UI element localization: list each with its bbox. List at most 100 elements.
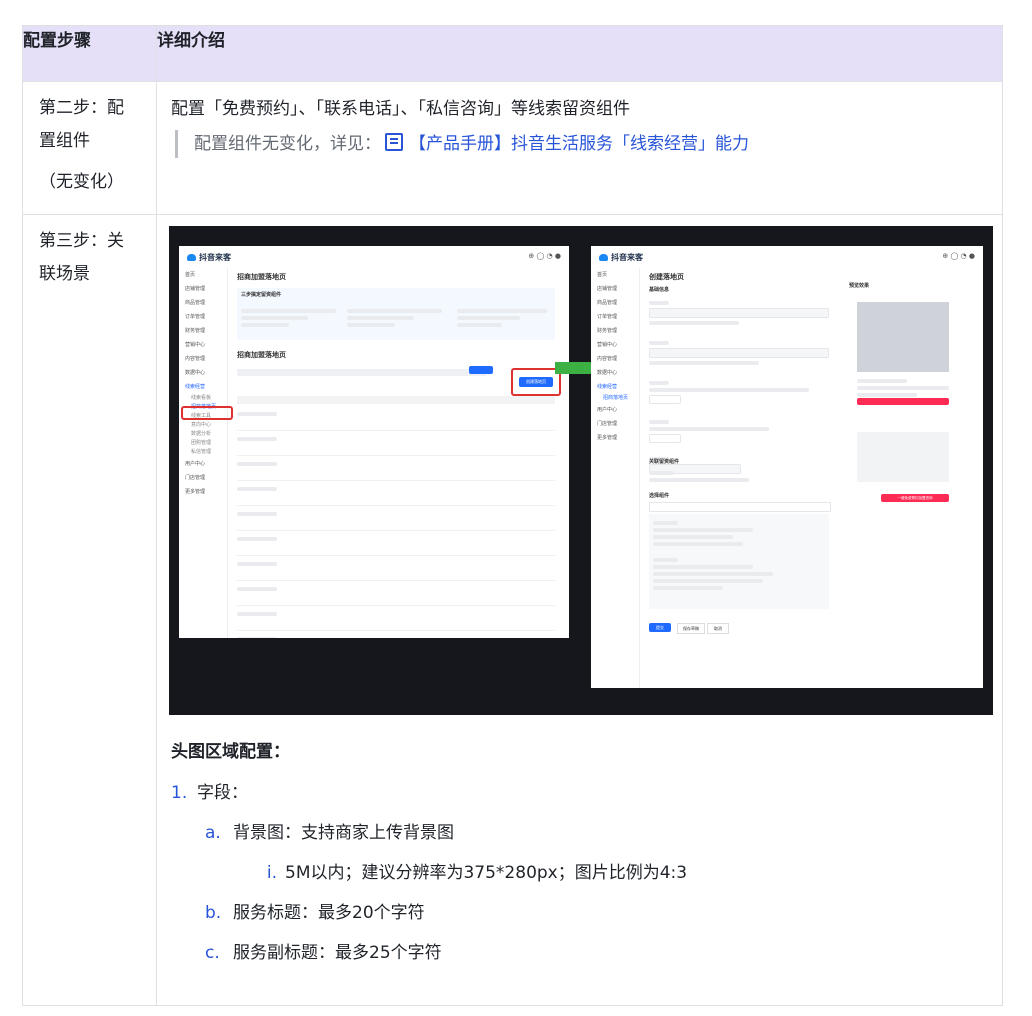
nav-sub-item[interactable]: 线索看板 [179,394,227,403]
document-page: 配置步骤 详细介绍 第二步：配 置组件 （无变化） 配置「免费预约」、「联系电话… [0,0,1032,1016]
nav-item[interactable]: 营销中心 [179,338,227,352]
nav-sub-item[interactable]: 意向中心 [179,421,227,430]
step3-cell: 第三步：关 联场景 [22,214,157,1006]
banner-step-2 [347,306,442,330]
steps-title: 三步搞定留资组件 [241,292,282,298]
nav-item[interactable]: 店铺管理 [179,282,227,296]
component-options [649,468,769,485]
nav-sub-item[interactable]: 私信管理 [179,448,227,457]
nav-item[interactable]: 首页 [179,268,227,282]
left-page-title: 招商加盟落地页 [237,273,286,281]
nav-item[interactable]: 营销中心 [591,338,639,352]
nav-item[interactable]: 数据中心 [591,366,639,380]
cancel-button[interactable]: 取消 [707,623,729,634]
component-select[interactable] [649,502,831,512]
right-sidebar: 首页 店铺管理 商品管理 订单管理 财务管理 营销中心 内容管理 数据中心 线索… [591,268,640,688]
table-row [237,412,555,431]
step3-detail: 抖音来客 ⊕ ◯ ◔ ● 首页 店铺管理 商品管理 订单管理 财务管理 营销中心… [156,214,1003,1006]
list-table-header [237,396,555,404]
nav-item[interactable]: 订单管理 [591,310,639,324]
config-table: 配置步骤 详细介绍 第二步：配 置组件 （无变化） 配置「免费预约」、「联系电话… [22,25,1003,1006]
nav-sub-item-landing[interactable]: 招商落地页 [591,394,639,403]
select-component-heading: 选择组件 [649,493,670,499]
banner-step-3 [457,306,547,330]
preview-heading: 预览效果 [849,283,870,289]
section-title: 头图区域配置： [171,742,290,762]
nav-item[interactable]: 内容管理 [591,352,639,366]
nav-item-active[interactable]: 线索经营 [179,380,227,394]
table-row-step2: 第二步：配 置组件 （无变化） 配置「免费预约」、「联系电话」、「私信咨询」等线… [22,81,1003,215]
list-item-level3: i. 5M以内；建议分辨率为375*280px；图片比例为4:3 [266,863,688,883]
embedded-screenshot: 抖音来客 ⊕ ◯ ◔ ● 首页 店铺管理 商品管理 订单管理 财务管理 营销中心… [169,226,993,715]
nav-sub-item[interactable]: 团购管理 [179,439,227,448]
basic-info-heading: 基础信息 [649,287,670,293]
list-item-level2: a. 背景图：支持商家上传背景图 [205,823,454,843]
nav-sub-item[interactable]: 数据分析 [179,430,227,439]
doc-icon [385,133,403,151]
step2-title: 配置「免费预约」、「联系电话」、「私信咨询」等线索留资组件 [171,99,630,119]
table-row [237,487,555,506]
component-detail-box [649,514,829,609]
nav-item-active[interactable]: 线索经营 [591,380,639,394]
list-table-body [237,406,555,638]
nav-item[interactable]: 商品管理 [591,296,639,310]
nav-highlight-box [181,406,233,420]
preview-cta-button: 一键免费预约加盟咨询 [881,494,949,502]
step3-label-line1: 第三步：关 [39,231,124,251]
preview-consult-button [857,398,949,405]
right-panel-create-landing: 抖音来客 ⊕ ◯ ◔ ● 首页 店铺管理 商品管理 订单管理 财务管理 营销中心… [591,246,983,688]
step2-label-line2: 置组件 [39,131,90,151]
filter-bar [237,366,487,376]
steps-banner: 三步搞定留资组件 [237,288,555,340]
nav-item[interactable]: 内容管理 [179,352,227,366]
nav-item[interactable]: 数据中心 [179,366,227,380]
nav-item[interactable]: 更多管理 [179,485,227,499]
nav-item[interactable]: 用户中心 [179,457,227,471]
step2-detail: 配置「免费预约」、「联系电话」、「私信咨询」等线索留资组件 配置组件无变化，详见… [156,81,1003,215]
basic-info-fields [649,298,829,477]
table-row [237,512,555,531]
nav-item[interactable]: 商品管理 [179,296,227,310]
preview-header-image [857,302,949,372]
product-manual-link[interactable]: 【产品手册】抖音生活服务「线索经营」能力 [409,134,749,154]
step2-label-line1: 第二步：配 [39,98,124,118]
step2-note: （无变化） [39,172,124,192]
brand-icon [599,254,608,261]
nav-item[interactable]: 店铺管理 [591,282,639,296]
table-row [237,587,555,606]
left-list-title: 招商加盟落地页 [237,351,286,359]
nav-item[interactable]: 订单管理 [179,310,227,324]
nav-item[interactable]: 财务管理 [591,324,639,338]
table-row [237,537,555,556]
step2-cell: 第二步：配 置组件 （无变化） [22,81,157,215]
submit-button[interactable]: 提交 [649,623,671,632]
create-highlight-box [511,368,561,396]
search-button[interactable] [469,366,493,374]
right-header-icons: ⊕ ◯ ◔ ● [942,252,975,260]
table-row [237,462,555,481]
table-row [237,637,555,638]
left-sidebar: 首页 店铺管理 商品管理 订单管理 财务管理 营销中心 内容管理 数据中心 线索… [179,268,228,638]
step2-quote: 配置组件无变化，详见： 【产品手册】抖音生活服务「线索经营」能力 [175,130,988,158]
nav-item[interactable]: 首页 [591,268,639,282]
left-brand-logo: 抖音来客 [187,252,231,263]
save-draft-button[interactable]: 保存草稿 [677,623,705,634]
nav-item[interactable]: 用户中心 [591,403,639,417]
nav-item[interactable]: 门店管理 [591,417,639,431]
component-heading: 关联留资组件 [649,459,680,465]
table-row [237,562,555,581]
banner-step-1 [241,306,336,330]
right-brand-logo: 抖音来客 [599,252,643,263]
table-row-step3: 第三步：关 联场景 抖音来客 ⊕ ◯ ◔ ● 首页 店铺管理 商品管理 订单管理… [22,214,1003,1006]
step3-label-line2: 联场景 [39,264,90,284]
left-header-icons: ⊕ ◯ ◔ ● [528,252,561,260]
nav-item[interactable]: 更多管理 [591,431,639,445]
left-panel-landing-list: 抖音来客 ⊕ ◯ ◔ ● 首页 店铺管理 商品管理 订单管理 财务管理 营销中心… [179,246,569,638]
nav-item[interactable]: 门店管理 [179,471,227,485]
nav-item[interactable]: 财务管理 [179,324,227,338]
header-step: 配置步骤 [22,25,157,82]
list-item-level1: 1. 字段： [171,783,248,803]
quote-text: 配置组件无变化，详见： [194,134,381,154]
list-item-level2: b. 服务标题：最多20个字符 [205,903,425,923]
preview-form [857,376,949,400]
